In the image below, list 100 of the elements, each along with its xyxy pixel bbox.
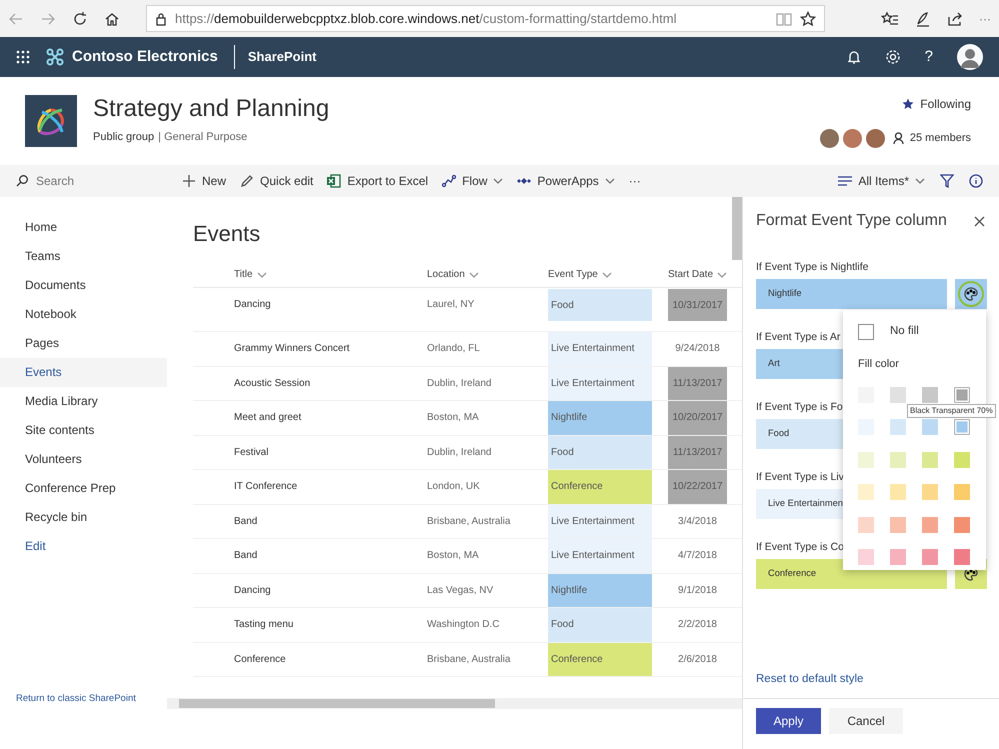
help-button[interactable]: ? (924, 46, 933, 68)
table-cell-text: Washington D.C (427, 618, 500, 632)
close-icon[interactable] (974, 216, 985, 226)
apply-button[interactable]: Apply (756, 708, 821, 734)
follow-button[interactable]: Following (902, 94, 971, 112)
color-swatch[interactable] (922, 452, 938, 468)
color-swatch[interactable] (890, 452, 906, 468)
cancel-button[interactable]: Cancel (829, 708, 903, 734)
table-cell-text: Acoustic Session (233, 376, 312, 390)
color-swatch[interactable] (954, 452, 970, 468)
table-cell: 10/31/2017 (668, 289, 727, 321)
color-swatch[interactable] (890, 419, 906, 436)
star-icon[interactable] (800, 10, 816, 26)
url-text: https://demobuilderwebcpptxz.blob.core.windows.net/custom-formatting/startdemo.html (175, 10, 678, 28)
color-swatch[interactable] (922, 484, 938, 500)
color-swatch[interactable] (954, 484, 970, 500)
nav-item[interactable]: Media Library (0, 387, 167, 416)
member-avatar[interactable] (842, 128, 862, 148)
table-cell-text: Boston, MA (427, 411, 480, 425)
chevron-down-icon (717, 272, 728, 278)
home-icon[interactable] (104, 10, 120, 26)
rule-value-field[interactable]: Nightlife (756, 279, 948, 309)
table-cell-text: Tasting menu (233, 618, 294, 632)
color-swatch[interactable] (858, 452, 874, 468)
share-icon[interactable] (947, 10, 963, 26)
color-swatch[interactable] (858, 516, 874, 533)
column-header[interactable]: Start Date (658, 267, 738, 282)
search-field[interactable]: Search (36, 172, 156, 190)
checkbox[interactable] (858, 324, 874, 340)
table-cell-text: 9/1/2018 (677, 584, 718, 598)
nav-item[interactable]: Recycle bin (0, 503, 167, 532)
forward-icon[interactable] (40, 10, 56, 26)
back-icon[interactable] (8, 10, 24, 26)
nav-item[interactable]: Conference Prep (0, 474, 167, 503)
color-swatch[interactable] (858, 484, 874, 500)
color-swatch[interactable] (890, 484, 906, 500)
table-cell-text: Band (233, 549, 258, 563)
focus-ring-icon (958, 281, 984, 307)
app-name[interactable]: SharePoint (234, 45, 316, 69)
color-swatch[interactable] (956, 389, 968, 400)
member-avatar[interactable] (866, 128, 885, 148)
edit-link[interactable]: Edit (0, 532, 167, 561)
notification-icon[interactable] (846, 49, 861, 65)
view-selector[interactable]: All Items* (831, 165, 932, 197)
scrollbar[interactable] (732, 197, 742, 260)
scrollbar[interactable] (179, 699, 495, 708)
command-button[interactable]: PowerApps (510, 165, 622, 197)
nav-item[interactable]: Teams (0, 242, 167, 271)
color-swatch[interactable] (890, 549, 906, 566)
column-header[interactable]: Event Type (548, 267, 658, 282)
classic-link[interactable]: Return to classic SharePoint (16, 692, 136, 704)
rule-label: If Event Type is Fo (756, 400, 843, 414)
color-swatch[interactable] (890, 386, 906, 403)
color-swatch[interactable] (922, 549, 938, 566)
color-swatch[interactable] (922, 386, 938, 403)
app-launcher-icon[interactable] (16, 50, 30, 64)
command-button[interactable]: Flow (435, 165, 510, 197)
nav-item[interactable]: Volunteers (0, 445, 167, 474)
nav-item[interactable]: Documents (0, 271, 167, 300)
site-logo[interactable] (25, 95, 77, 147)
color-swatch[interactable] (954, 516, 970, 533)
color-swatch[interactable] (858, 549, 874, 566)
favorites-icon[interactable] (881, 10, 899, 26)
chevron-down-icon (468, 272, 479, 278)
nav-item[interactable]: Pages (0, 329, 167, 358)
column-header[interactable]: Title (193, 267, 427, 282)
command-button[interactable]: Export to Excel (320, 165, 436, 197)
refresh-icon[interactable] (72, 10, 88, 26)
table-cell-text: Orlando, FL (427, 342, 481, 356)
table-cell-text: Dublin, Ireland (427, 376, 492, 390)
table-cell-text: Dancing (233, 298, 272, 312)
command-button[interactable]: ··· (622, 165, 648, 197)
nav-item[interactable]: Home (0, 213, 167, 242)
member-avatar[interactable] (820, 128, 839, 148)
list-title: Events (193, 220, 260, 248)
reading-view-icon[interactable] (776, 12, 792, 26)
panel-title: Format Event Type column (756, 211, 947, 231)
command-button[interactable]: Quick edit (233, 165, 320, 197)
pen-icon[interactable] (915, 10, 931, 26)
more-button[interactable]: ··· (979, 10, 991, 28)
column-header[interactable]: Location (427, 267, 548, 282)
command-button[interactable]: New (175, 165, 234, 197)
nav-item[interactable]: Notebook (0, 300, 167, 329)
reset-link[interactable]: Reset to default style (756, 672, 864, 685)
color-swatch[interactable] (956, 422, 968, 433)
settings-icon[interactable] (884, 49, 901, 65)
plus-icon (182, 174, 196, 188)
event-type-cell: Food (548, 289, 652, 321)
brand-name[interactable]: Contoso Electronics (72, 46, 218, 68)
palette-button[interactable] (955, 279, 987, 309)
color-swatch[interactable] (922, 419, 938, 436)
color-swatch[interactable] (922, 516, 938, 533)
nav-item[interactable]: Site contents (0, 416, 167, 445)
event-type-cell: Nightlife (548, 574, 652, 607)
color-swatch[interactable] (890, 516, 906, 533)
nav-item[interactable]: Events (0, 358, 167, 387)
address-field[interactable]: https://demobuilderwebcpptxz.blob.core.windows.net/custom-formatting/startdemo.html (146, 5, 825, 32)
avatar[interactable] (957, 44, 983, 70)
members-button[interactable]: 25 members (892, 130, 971, 146)
color-swatch[interactable] (954, 549, 970, 566)
